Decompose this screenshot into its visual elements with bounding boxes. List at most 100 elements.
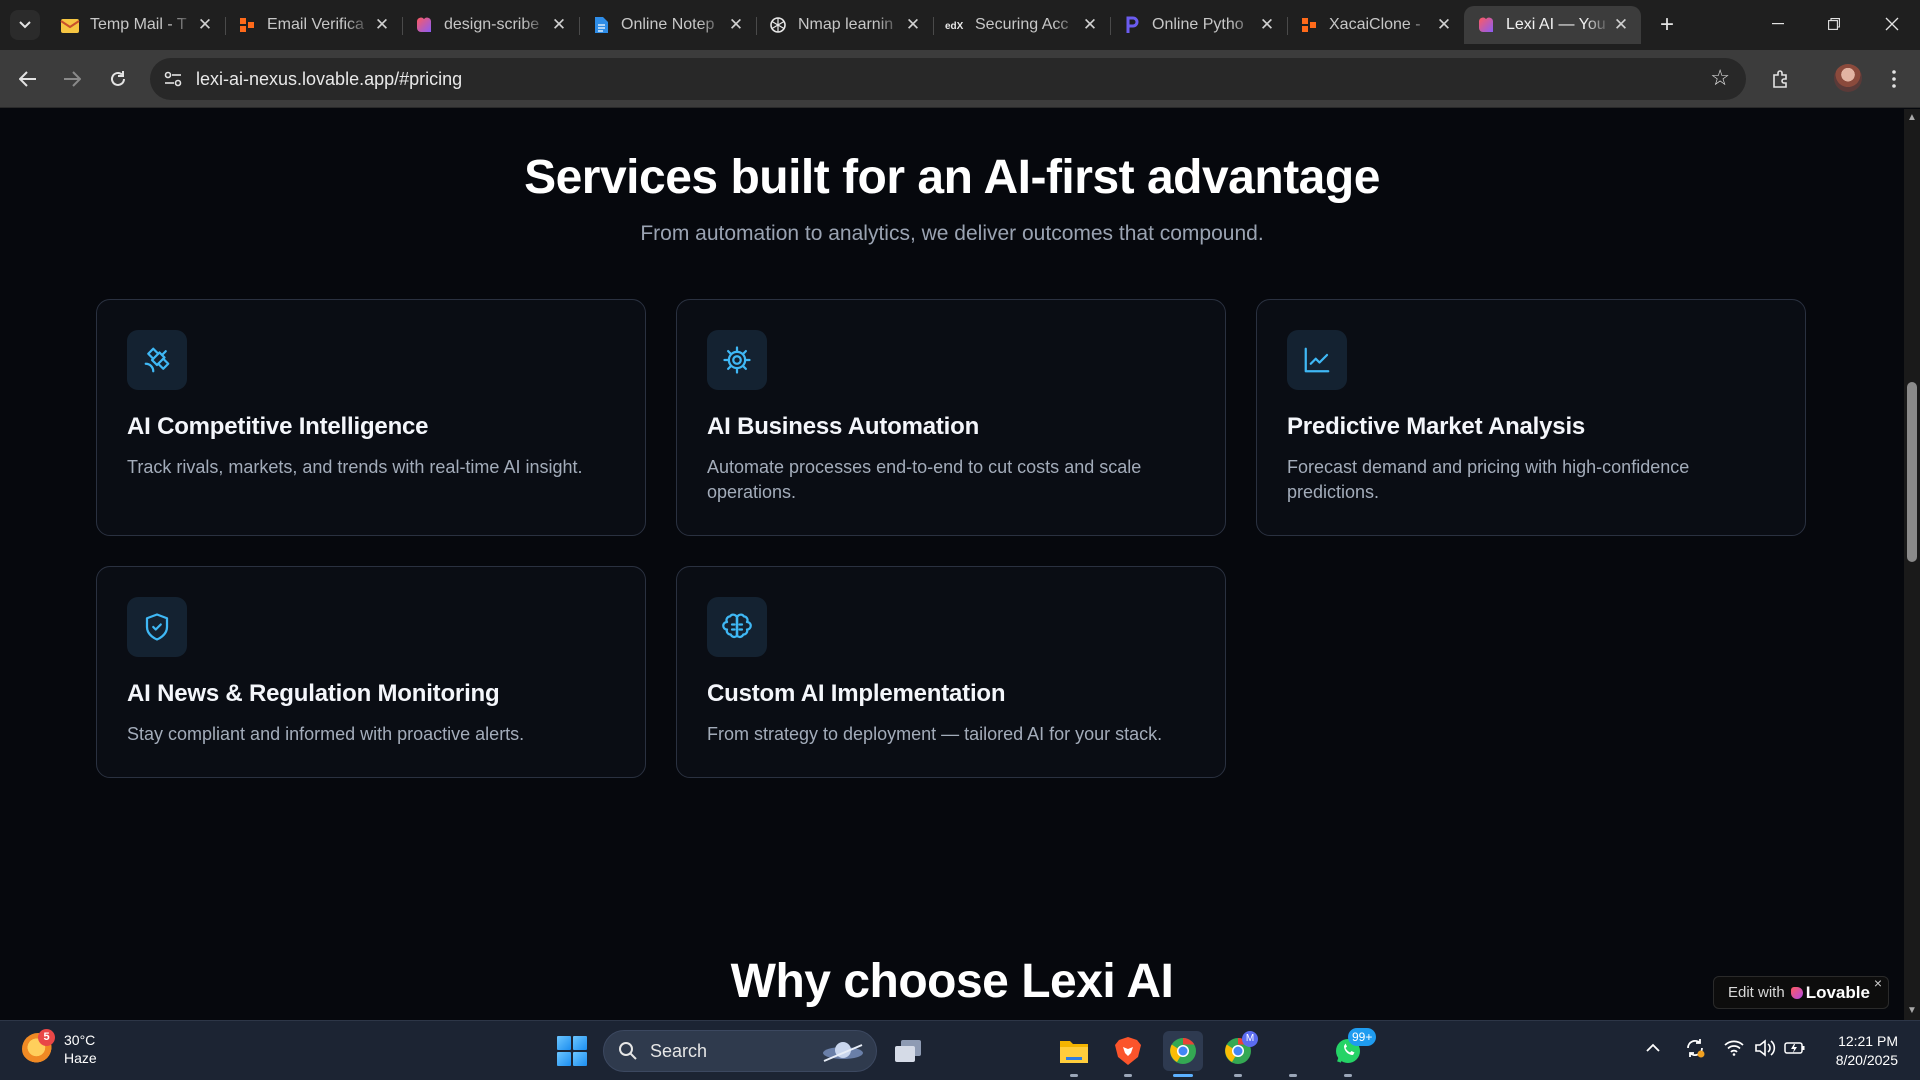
close-window-icon[interactable] [1864, 0, 1920, 48]
python-p-icon [1122, 15, 1142, 35]
tab-title: Securing Acc [975, 16, 1069, 33]
taskbar-search[interactable]: Search [603, 1030, 877, 1072]
edx-icon: edX [945, 15, 965, 35]
brave-browser-icon[interactable] [1108, 1031, 1148, 1077]
browser-tab-strip: Temp Mail - T ✕ Email Verifica ✕ design-… [0, 0, 1920, 50]
clock-time: 12:21 PM [1838, 1033, 1898, 1049]
gear-icon [707, 330, 767, 390]
services-subheading: From automation to analytics, we deliver… [640, 222, 1264, 245]
new-tab-plus-icon[interactable]: + [1652, 10, 1682, 40]
chrome-profile-1-icon[interactable] [1163, 1031, 1203, 1077]
xacai-icon [1299, 15, 1319, 35]
tab-close-icon[interactable]: ✕ [1611, 15, 1631, 35]
lovable-heart-icon [1790, 986, 1803, 999]
extensions-puzzle-icon[interactable] [1765, 63, 1797, 95]
chatgpt-icon [768, 15, 788, 35]
weather-condition: Haze [64, 1050, 97, 1066]
tab-close-icon[interactable]: ✕ [1257, 15, 1277, 35]
tab-close-icon[interactable]: ✕ [1434, 15, 1454, 35]
tab-list: Temp Mail - T ✕ Email Verifica ✕ design-… [48, 6, 1641, 44]
volume-icon[interactable] [1754, 1039, 1776, 1062]
services-heading: Services built for an AI-first advantage [524, 151, 1380, 204]
lovable-brand-label: Lovable [1805, 982, 1870, 1002]
notepad-doc-icon [591, 15, 611, 35]
why-choose-heading: Why choose Lexi AI [730, 955, 1174, 1008]
tab-search-chevron-icon[interactable] [10, 10, 40, 40]
restore-icon[interactable] [1806, 0, 1862, 48]
system-clock[interactable]: 12:21 PM 8/20/2025 [1826, 1032, 1898, 1070]
search-highlight-illustration-icon [823, 1042, 863, 1062]
running-indicator [1344, 1074, 1352, 1077]
weather-alert-badge: 5 [38, 1029, 55, 1046]
chrome-profile-2-icon[interactable]: M [1218, 1031, 1258, 1077]
weather-temperature: 30°C [64, 1032, 96, 1048]
task-view-icon[interactable] [888, 1031, 928, 1071]
running-indicator [1124, 1074, 1132, 1077]
running-indicator [1289, 1074, 1297, 1077]
sync-icon[interactable] [1684, 1037, 1706, 1064]
tab-close-icon[interactable]: ✕ [903, 15, 923, 35]
tab-lexi-ai[interactable]: Lexi AI — You ✕ [1464, 6, 1641, 44]
temp-mail-envelope-icon [60, 15, 80, 35]
scrollbar-thumb[interactable] [1907, 382, 1917, 562]
browser-toolbar: lexi-ai-nexus.lovable.app/#pricing ☆ [0, 50, 1920, 108]
service-description: Stay compliant and informed with proacti… [127, 724, 525, 744]
site-info-tune-icon[interactable] [158, 64, 188, 94]
back-arrow-icon[interactable] [12, 63, 44, 95]
page-scrollbar[interactable]: ▲ ▼ [1904, 109, 1920, 1020]
battery-charging-icon[interactable] [1784, 1040, 1806, 1061]
tab-title: Online Notep [621, 16, 715, 33]
tab-close-icon[interactable]: ✕ [372, 15, 392, 35]
service-title: Predictive Market Analysis [1287, 413, 1586, 440]
scroll-up-arrow-icon[interactable]: ▲ [1907, 113, 1917, 123]
tab-email-verification[interactable]: Email Verifica ✕ [225, 6, 402, 44]
service-card-business-automation: AI Business Automation Automate processe… [676, 299, 1226, 536]
scroll-down-arrow-icon[interactable]: ▼ [1907, 1006, 1917, 1016]
tab-title: Lexi AI — You [1506, 16, 1606, 33]
minimize-icon[interactable] [1750, 0, 1806, 48]
wifi-icon[interactable] [1724, 1040, 1744, 1061]
running-indicator [1234, 1074, 1242, 1077]
service-card-competitive-intelligence: AI Competitive Intelligence Track rivals… [96, 299, 646, 536]
tab-close-icon[interactable]: ✕ [1080, 15, 1100, 35]
tab-online-notepad[interactable]: Online Notep ✕ [579, 6, 756, 44]
whatsapp-icon[interactable]: 99+ [1328, 1028, 1377, 1077]
brain-icon [707, 597, 767, 657]
tab-close-icon[interactable]: ✕ [195, 15, 215, 35]
tab-securing-accounts[interactable]: edX Securing Acc ✕ [933, 6, 1110, 44]
tab-title: Email Verifica [267, 16, 364, 33]
tab-design-scribe[interactable]: design-scribe ✕ [402, 6, 579, 44]
satellite-icon [127, 330, 187, 390]
menu-kebab-icon[interactable] [1878, 63, 1910, 95]
tab-title: Nmap learnin [798, 16, 894, 33]
bookmark-star-icon[interactable]: ☆ [1710, 67, 1730, 89]
tab-xacai-clone[interactable]: XacaiClone - ✕ [1287, 6, 1464, 44]
badge-close-icon[interactable]: × [1874, 975, 1882, 991]
pinned-app-slot[interactable] [1273, 1031, 1313, 1077]
tab-close-icon[interactable]: ✕ [726, 15, 746, 35]
email-verify-icon [237, 15, 257, 35]
web-page-viewport: Services built for an AI-first advantage… [0, 109, 1904, 1020]
reload-icon[interactable] [102, 63, 134, 95]
windows-start-icon[interactable] [557, 1036, 587, 1066]
service-description: From strategy to deployment — tailored A… [707, 724, 1163, 744]
line-chart-icon [1287, 330, 1347, 390]
running-indicator [1070, 1074, 1078, 1077]
tab-temp-mail[interactable]: Temp Mail - T ✕ [48, 6, 225, 44]
search-icon [619, 1042, 637, 1060]
tab-title: Online Pytho [1152, 16, 1244, 33]
file-explorer-icon[interactable] [1054, 1031, 1094, 1077]
edit-with-lovable-badge[interactable]: Edit with Lovable × [1713, 975, 1889, 1009]
tray-overflow-chevron-icon[interactable] [1646, 1039, 1660, 1057]
tab-title: design-scribe [444, 16, 540, 33]
tab-title: XacaiClone - [1329, 16, 1421, 33]
url-text[interactable]: lexi-ai-nexus.lovable.app/#pricing [196, 58, 462, 100]
weather-widget[interactable]: 5 30°C Haze [22, 1029, 97, 1067]
weather-sun-haze-icon: 5 [22, 1029, 55, 1065]
address-bar[interactable]: lexi-ai-nexus.lovable.app/#pricing ☆ [150, 58, 1746, 100]
forward-arrow-icon[interactable] [56, 63, 88, 95]
profile-avatar[interactable] [1834, 64, 1862, 92]
tab-nmap-learning[interactable]: Nmap learnin ✕ [756, 6, 933, 44]
tab-online-python[interactable]: Online Pytho ✕ [1110, 6, 1287, 44]
tab-close-icon[interactable]: ✕ [549, 15, 569, 35]
